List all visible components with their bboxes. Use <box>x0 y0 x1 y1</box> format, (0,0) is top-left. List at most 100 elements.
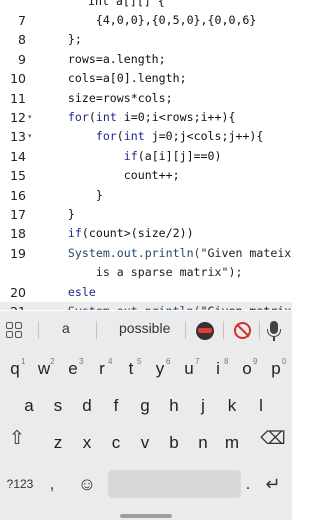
key-f[interactable]: f <box>102 388 130 424</box>
code-token: ( <box>116 129 124 144</box>
divider <box>96 321 97 339</box>
key-j[interactable]: j <box>189 388 217 424</box>
fold-toggle-icon[interactable]: ▾ <box>28 108 32 127</box>
key-s[interactable]: s <box>44 388 72 424</box>
code-token: if <box>123 148 138 163</box>
code-token: "Given matrix <box>201 304 292 310</box>
code-editor[interactable]: int a[][] { 7 {4,0,0},{0,5,0},{0,0,6} 8 }… <box>0 0 292 310</box>
line-number: 18 <box>10 226 26 242</box>
code-token: (a[i][j]==0) <box>137 148 222 163</box>
fold-toggle-icon[interactable]: ▾ <box>28 127 32 146</box>
code-line[interactable]: 13 ▾ for(int j=0;j<cols;j++){ <box>0 127 292 146</box>
key-secondary-label: 2 <box>50 357 55 366</box>
enter-key[interactable]: ↵ <box>258 470 288 498</box>
key-label: v <box>140 433 150 452</box>
comma-key[interactable]: , <box>42 470 62 498</box>
code-text: } <box>40 205 75 224</box>
key-l[interactable]: l <box>247 388 275 424</box>
key-h[interactable]: h <box>160 388 188 424</box>
code-token: } <box>40 187 103 202</box>
code-line[interactable]: is a sparse matrix"); <box>0 263 292 282</box>
code-line[interactable]: 14 if(a[i][j]==0) <box>0 147 292 166</box>
key-label: m <box>224 433 240 452</box>
key-label: p <box>271 359 281 378</box>
emoji-suggestion-icon[interactable] <box>196 322 214 340</box>
apps-grid-icon[interactable] <box>6 322 23 339</box>
code-line[interactable]: 15 count++; <box>0 166 292 185</box>
code-line[interactable]: 18 if(count>(size/2)) <box>0 224 292 243</box>
suggestion-item[interactable]: a <box>62 320 70 336</box>
microphone-stand <box>267 329 281 337</box>
key-label: h <box>169 396 179 415</box>
code-token: {4,0,0},{0,5,0},{0,0,6} <box>40 13 257 27</box>
code-line[interactable]: 16 } <box>0 186 292 205</box>
code-token: "Given mateix <box>200 245 292 260</box>
key-z[interactable]: z <box>44 425 72 461</box>
code-line[interactable]: 12 ▾ for(int i=0;i<rows;i++){ <box>0 108 292 127</box>
code-text: for(int i=0;i<rows;i++){ <box>40 108 236 127</box>
divider <box>259 321 260 339</box>
code-line[interactable]: 10 cols=a[0].length; <box>0 69 292 88</box>
code-token: esle <box>67 284 96 299</box>
code-token: i=0;i<rows;i++){ <box>116 110 236 124</box>
line-number: 10 <box>10 71 26 87</box>
code-token: } <box>40 207 75 221</box>
code-text: {4,0,0},{0,5,0},{0,0,6} <box>40 11 257 30</box>
key-secondary-label: 1 <box>21 357 26 366</box>
block-icon[interactable] <box>234 322 251 339</box>
suggestion-item[interactable]: possible <box>119 320 170 336</box>
key-label: f <box>113 396 119 415</box>
code-line[interactable]: 20 esle <box>0 283 292 302</box>
code-token: (count>(size/2)) <box>81 226 194 241</box>
code-text: count++; <box>40 166 180 185</box>
key-a[interactable]: a <box>15 388 43 424</box>
shift-key[interactable]: ⇧ <box>2 420 32 456</box>
code-line[interactable]: 11 size=rows*cols; <box>0 89 292 108</box>
code-line[interactable]: 21 System.out.println("Given matrix <box>0 302 292 310</box>
code-text: size=rows*cols; <box>40 89 173 108</box>
microphone-base <box>273 337 275 341</box>
space-bar[interactable] <box>108 470 241 498</box>
key-label: j <box>201 396 205 415</box>
key-label: t <box>128 359 134 378</box>
key-c[interactable]: c <box>102 425 130 461</box>
key-k[interactable]: k <box>218 388 246 424</box>
line-number: 21 <box>0 302 26 310</box>
code-text: is a sparse matrix"); <box>40 263 243 282</box>
line-number: 11 <box>10 90 26 106</box>
key-label: r <box>99 359 105 378</box>
key-label: q <box>10 359 20 378</box>
code-token: System.out.println( <box>40 245 201 260</box>
code-line[interactable]: 17 } <box>0 205 292 224</box>
code-line[interactable]: 8 }; <box>0 30 292 49</box>
code-token: cols=a[0].length; <box>40 71 187 86</box>
period-key[interactable]: . <box>238 470 258 498</box>
code-text: rows=a.length; <box>40 50 166 69</box>
key-n[interactable]: n <box>189 425 217 461</box>
key-g[interactable]: g <box>131 388 159 424</box>
key-label: o <box>242 359 252 378</box>
key-label: i <box>216 359 220 378</box>
symbols-key[interactable]: ?123 <box>4 470 36 498</box>
code-line[interactable]: 9 rows=a.length; <box>0 50 292 69</box>
key-label: n <box>198 433 208 452</box>
key-x[interactable]: x <box>73 425 101 461</box>
key-v[interactable]: v <box>131 425 159 461</box>
key-b[interactable]: b <box>160 425 188 461</box>
code-line[interactable]: 7 {4,0,0},{0,5,0},{0,0,6} <box>0 11 292 30</box>
emoji-key[interactable]: ☺ <box>74 470 100 498</box>
code-line[interactable]: 19 System.out.println("Given mateix <box>0 244 292 263</box>
code-line-partial[interactable]: int a[][] { <box>0 0 292 11</box>
code-text: cols=a[0].length; <box>40 69 187 88</box>
key-d[interactable]: d <box>73 388 101 424</box>
key-label: u <box>184 359 194 378</box>
line-number: 9 <box>18 51 26 67</box>
backspace-key[interactable]: ⌫ <box>258 420 288 456</box>
code-text: for(int j=0;j<cols;j++){ <box>40 127 264 146</box>
key-label: d <box>82 396 92 415</box>
key-m[interactable]: m <box>218 425 246 461</box>
